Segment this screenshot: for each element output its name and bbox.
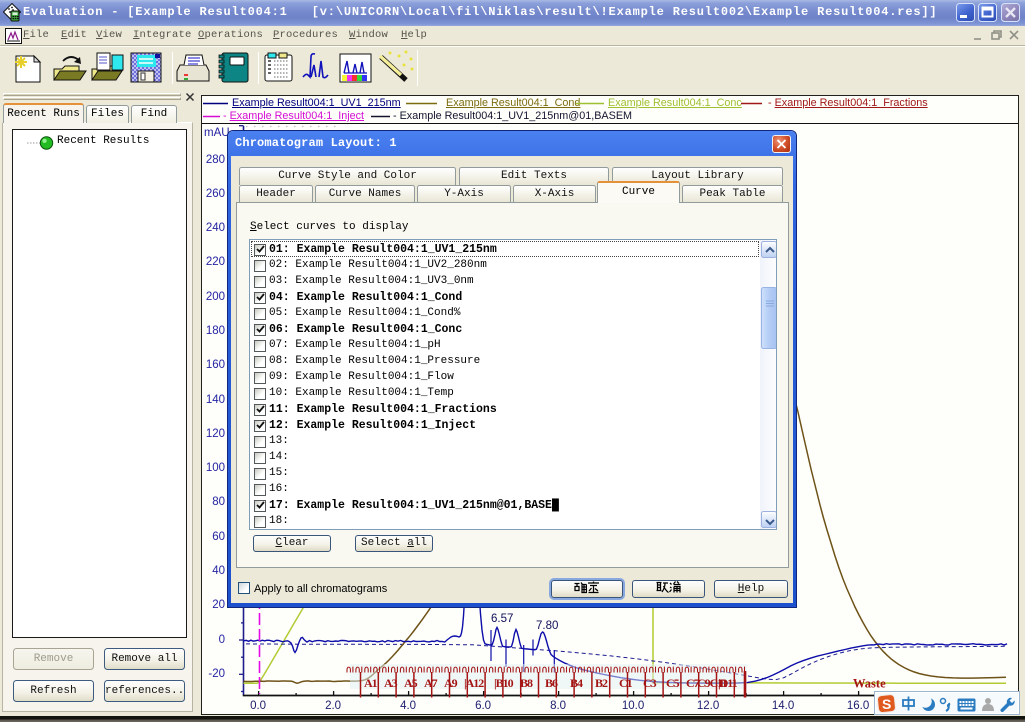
svg-text:|D11: |D11 [718, 676, 738, 690]
svg-text:A7: A7 [424, 676, 438, 690]
svg-text:A1: A1 [364, 676, 378, 690]
svg-text:C1: C1 [619, 676, 633, 690]
svg-text:6.57: 6.57 [491, 613, 513, 625]
svg-text:A5: A5 [404, 676, 418, 690]
svg-text:C5: C5 [666, 676, 680, 690]
svg-text:C3: C3 [643, 676, 657, 690]
svg-text:|A12: |A12 [464, 676, 484, 690]
svg-text:B4: B4 [570, 676, 583, 690]
svg-text:A3: A3 [384, 676, 398, 690]
svg-text:|B10: |B10 [494, 676, 514, 690]
svg-text:B6: B6 [545, 676, 558, 690]
svg-text:A9: A9 [444, 676, 458, 690]
svg-text:B8: B8 [520, 676, 533, 690]
svg-text:S: S [882, 696, 891, 712]
svg-text:B2: B2 [595, 676, 608, 690]
svg-text:Waste: Waste [853, 677, 886, 691]
svg-text:7.80: 7.80 [536, 620, 558, 632]
